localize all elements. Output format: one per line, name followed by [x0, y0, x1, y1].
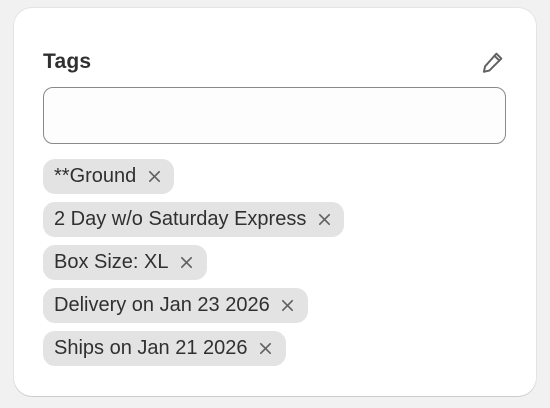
- tag-list: **Ground 2 Day w/o Saturday Express Box …: [43, 159, 345, 366]
- tag-chip: Delivery on Jan 23 2026: [43, 288, 308, 323]
- tag-label: Ships on Jan 21 2026: [54, 337, 248, 359]
- card-header: Tags: [43, 44, 510, 80]
- tag-label: Delivery on Jan 23 2026: [54, 294, 270, 316]
- tag-label: Box Size: XL: [54, 251, 169, 273]
- tag-input[interactable]: [43, 87, 506, 144]
- tag-chip: **Ground: [43, 159, 175, 194]
- close-icon: [259, 342, 272, 355]
- close-icon: [148, 170, 160, 183]
- remove-tag-button[interactable]: [256, 339, 276, 359]
- pencil-icon: [482, 52, 503, 73]
- close-icon: [282, 299, 294, 312]
- close-icon: [318, 213, 330, 226]
- tags-card: Tags **Ground 2 Day w/o Saturday Express…: [14, 8, 536, 396]
- tag-label: **Ground: [54, 165, 137, 187]
- remove-tag-button[interactable]: [278, 296, 298, 316]
- remove-tag-button[interactable]: [144, 167, 164, 187]
- tag-chip: Box Size: XL: [43, 245, 207, 280]
- close-icon: [180, 256, 193, 269]
- remove-tag-button[interactable]: [177, 253, 197, 273]
- edit-tags-button[interactable]: [476, 45, 510, 79]
- tag-label: 2 Day w/o Saturday Express: [54, 208, 307, 230]
- card-title: Tags: [43, 50, 92, 73]
- remove-tag-button[interactable]: [314, 210, 334, 230]
- tag-chip: Ships on Jan 21 2026: [43, 331, 286, 366]
- tag-chip: 2 Day w/o Saturday Express: [43, 202, 345, 237]
